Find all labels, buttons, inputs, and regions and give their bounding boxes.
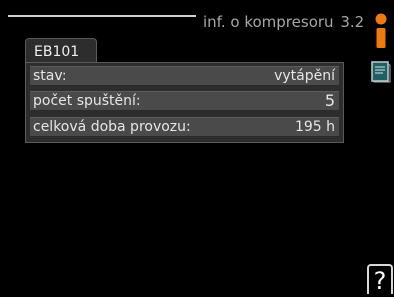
help-icon[interactable]: ? — [367, 264, 393, 295]
info-panel: stav: vytápění počet spuštění: 5 celková… — [25, 62, 344, 143]
info-icon[interactable] — [372, 13, 390, 49]
book-icon[interactable] — [370, 60, 392, 84]
header-divider — [8, 15, 196, 17]
row-label: počet spuštění: — [33, 93, 141, 109]
row-total-runtime: celková doba provozu: 195 h — [30, 117, 339, 137]
page-title: inf. o kompresoru 3.2 — [203, 13, 364, 31]
tab-label: EB101 — [34, 44, 80, 60]
row-value: 195 h — [294, 119, 335, 135]
row-value: 5 — [324, 91, 335, 110]
row-label: celková doba provozu: — [33, 119, 191, 135]
row-status: stav: vytápění — [30, 66, 339, 86]
row-value: vytápění — [274, 68, 335, 84]
page-title-text: inf. o kompresoru — [203, 13, 334, 31]
help-glyph: ? — [373, 267, 387, 295]
tab-eb101[interactable]: EB101 — [25, 38, 97, 64]
menu-number: 3.2 — [340, 13, 365, 31]
display-screen: inf. o kompresoru 3.2 EB101 stav: vytápě… — [0, 0, 394, 297]
row-label: stav: — [33, 68, 67, 84]
row-start-count: počet spuštění: 5 — [30, 91, 339, 111]
